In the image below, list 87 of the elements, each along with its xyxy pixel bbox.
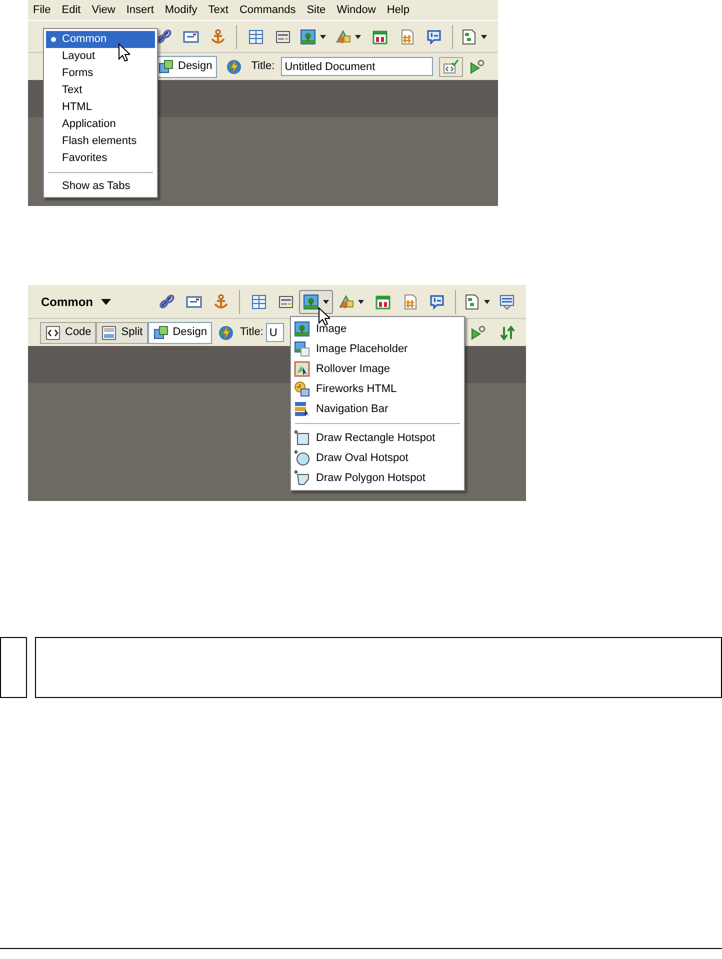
design-icon	[158, 58, 174, 74]
menu-option[interactable]: Favorites	[46, 150, 155, 167]
menu-option[interactable]: Draw Rectangle Hotspot	[293, 428, 462, 448]
mouse-pointer-icon	[118, 43, 130, 62]
fireworks-icon	[294, 381, 310, 397]
envelope-icon[interactable]	[186, 294, 202, 310]
menu-option[interactable]: Fireworks HTML	[293, 379, 462, 399]
menu-option[interactable]: Application	[46, 116, 155, 133]
caret-icon[interactable]	[484, 300, 490, 304]
menu-item[interactable]: Site	[306, 2, 326, 18]
view-button[interactable]: Split	[96, 322, 148, 344]
caret-icon	[101, 298, 111, 304]
anchor-icon[interactable]	[210, 28, 226, 44]
speech-bubble-icon[interactable]	[426, 28, 442, 44]
caret-icon[interactable]	[320, 34, 326, 38]
menu-item[interactable]: Commands	[239, 2, 296, 18]
hash-icon[interactable]	[402, 294, 418, 310]
chain-icon[interactable]	[156, 28, 172, 44]
globe-icon[interactable]	[226, 58, 242, 74]
validate-icon[interactable]	[442, 58, 459, 74]
preview-icon[interactable]	[470, 324, 486, 340]
image-icon[interactable]	[303, 294, 319, 310]
split-icon	[101, 324, 118, 340]
document-icon[interactable]	[464, 294, 480, 310]
menu-item[interactable]: File	[33, 2, 51, 18]
category-dropdown[interactable]: Common	[41, 292, 153, 310]
menu-item[interactable]: Insert	[126, 2, 154, 18]
preview-icon[interactable]	[468, 58, 485, 74]
blank-frame	[0, 637, 27, 698]
table-icon[interactable]	[248, 28, 264, 44]
view-button[interactable]: Design	[148, 322, 212, 344]
arrows-icon[interactable]	[500, 324, 516, 340]
calendar-icon[interactable]	[372, 28, 388, 44]
form-icon[interactable]	[498, 294, 514, 310]
menu-option[interactable]: Text	[46, 82, 155, 99]
menu-item[interactable]: Text	[208, 2, 228, 18]
image-button[interactable]	[299, 290, 333, 314]
menu-item[interactable]: View	[92, 2, 116, 18]
menu-option[interactable]: Image	[293, 319, 462, 339]
shapes-icon[interactable]	[338, 294, 354, 310]
image-icon[interactable]	[300, 28, 316, 44]
menu-option[interactable]: Layout	[46, 48, 155, 65]
menu-option[interactable]: Show as Tabs	[46, 178, 155, 195]
menu-option[interactable]: Flash elements	[46, 133, 155, 150]
caret-icon[interactable]	[358, 300, 364, 304]
hash-icon[interactable]	[398, 28, 414, 44]
view-button[interactable]: Code	[40, 322, 96, 344]
design-icon	[152, 324, 169, 340]
rectangle-hotspot-icon	[294, 430, 310, 446]
image-placeholder-icon	[294, 341, 310, 357]
caret-icon[interactable]	[323, 300, 329, 304]
title-field[interactable]: Untitled Document	[280, 57, 433, 76]
title-label: Title:	[240, 325, 264, 340]
menu-option[interactable]: Draw Polygon Hotspot	[293, 468, 462, 488]
rollover-icon	[294, 361, 310, 377]
oval-hotspot-icon	[294, 450, 310, 466]
calendar-icon[interactable]	[374, 294, 390, 310]
anchor-icon[interactable]	[212, 294, 228, 310]
bullet-icon	[51, 37, 56, 42]
image-icon	[294, 321, 310, 337]
caret-icon[interactable]	[355, 34, 361, 38]
menu-option[interactable]: Forms	[46, 65, 155, 82]
code-icon	[45, 324, 61, 340]
chain-icon[interactable]	[158, 294, 174, 310]
menu-option[interactable]: Common	[46, 31, 155, 48]
menu-option[interactable]: HTML	[46, 99, 155, 116]
panel-icon[interactable]	[278, 294, 294, 310]
panel-icon[interactable]	[274, 28, 290, 44]
speech-bubble-icon[interactable]	[428, 294, 444, 310]
polygon-hotspot-icon	[294, 470, 310, 486]
shapes-icon[interactable]	[335, 28, 351, 44]
menu-option[interactable]: Navigation Bar	[293, 399, 462, 419]
envelope-icon[interactable]	[182, 28, 198, 44]
menu-item[interactable]: Edit	[62, 2, 81, 18]
title-field[interactable]: U	[266, 323, 284, 342]
menu-option[interactable]: Rollover Image	[293, 359, 462, 379]
menu-item[interactable]: Window	[336, 2, 376, 18]
table-icon[interactable]	[250, 294, 266, 310]
caret-icon[interactable]	[481, 34, 487, 38]
menu-item[interactable]: Help	[386, 2, 410, 18]
document-icon[interactable]	[461, 28, 477, 44]
menu-option[interactable]: Draw Oval Hotspot	[293, 448, 462, 468]
globe-icon[interactable]	[218, 324, 234, 340]
menu-option[interactable]: Image Placeholder	[293, 339, 462, 359]
menu-item[interactable]: Modify	[164, 2, 198, 18]
title-label: Title:	[251, 59, 275, 74]
navigation-bar-icon	[294, 401, 310, 417]
